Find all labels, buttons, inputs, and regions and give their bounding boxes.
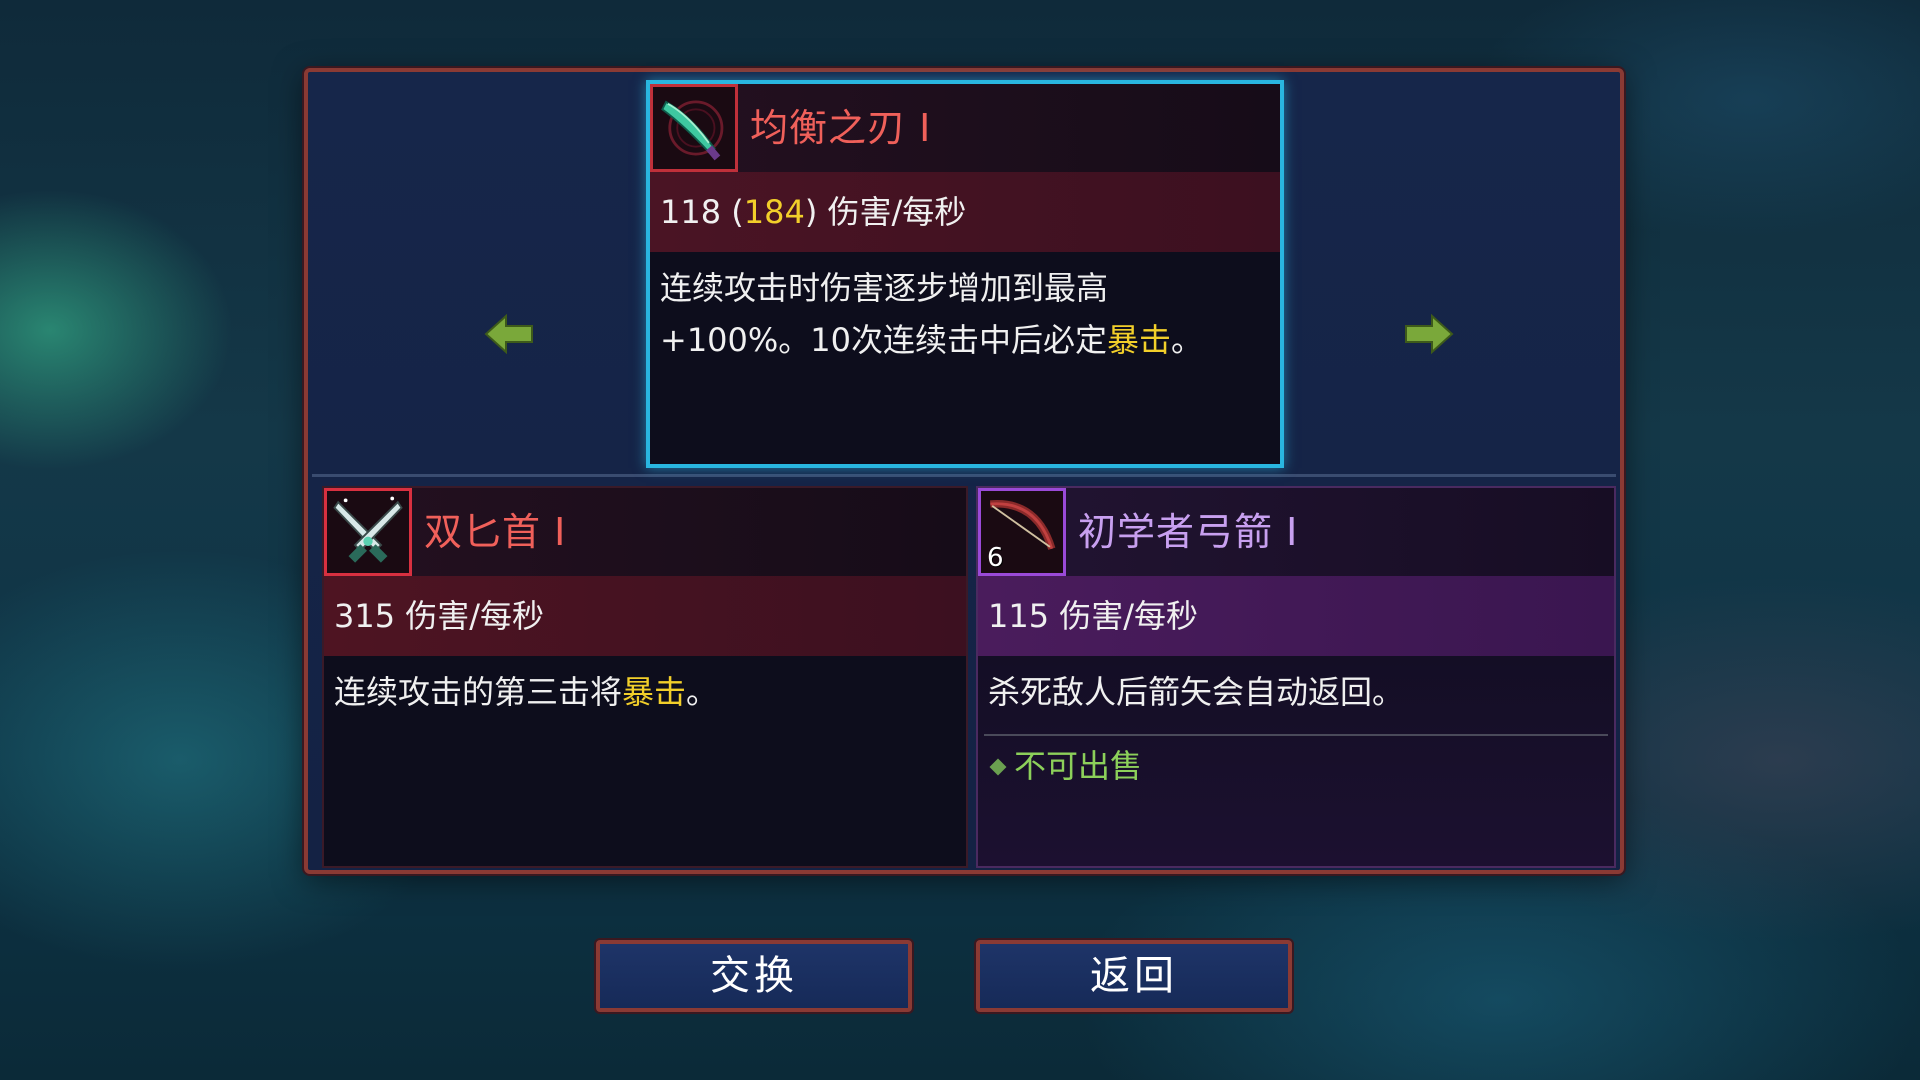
back-button[interactable]: 返回 (976, 940, 1292, 1012)
divider (984, 734, 1608, 736)
diamond-icon (989, 758, 1007, 776)
card-header: 均衡之刃 I (650, 84, 1280, 172)
dps-stat: 115 伤害/每秒 (978, 576, 1614, 656)
critical-keyword: 暴击 (1107, 321, 1172, 359)
weapon-description: 杀死敌人后箭矢会自动返回。 (988, 673, 1405, 711)
description-line: 连续攻击时伤害逐步增加到最高 (660, 269, 1109, 307)
dps-stat: 118 (184) 伤害/每秒 (650, 172, 1280, 252)
dps-base: 118 ( (660, 193, 744, 231)
current-weapon-card-primary[interactable]: 双匕首 I 315 伤害/每秒 连续攻击的第三击将暴击。 (322, 486, 968, 868)
description-line: +100%。10次连续击中后必定暴击。 (660, 314, 1270, 366)
weapon-name: 初学者弓箭 I (1078, 510, 1299, 554)
beginner-bow-icon: 6 (978, 488, 1066, 576)
dps-unit: ) 伤害/每秒 (804, 193, 967, 231)
weapon-description: 连续攻击时伤害逐步增加到最高 +100%。10次连续击中后必定暴击。 (660, 262, 1270, 366)
unsellable-tag: 不可出售 (988, 740, 1142, 792)
description-text: +100%。10次连续击中后必定 (660, 321, 1108, 359)
arrow-left-icon[interactable] (484, 312, 534, 356)
unsellable-label: 不可出售 (1014, 747, 1143, 785)
arrow-right-icon[interactable] (1404, 312, 1454, 356)
new-weapon-card[interactable]: 均衡之刃 I 118 (184) 伤害/每秒 连续攻击时伤害逐步增加到最高 +1… (646, 80, 1284, 468)
dps-bonus: 184 (743, 193, 805, 231)
critical-keyword: 暴击 (622, 673, 687, 711)
weapon-description: 连续攻击的第三击将暴击。 (334, 666, 956, 718)
description-text: 连续攻击的第三击将 (334, 673, 623, 711)
balanced-blade-icon (650, 84, 738, 172)
current-weapon-card-secondary[interactable]: 6 初学者弓箭 I 115 伤害/每秒 杀死敌人后箭矢会自动返回。 不可出售 (976, 486, 1616, 868)
weapon-swap-panel: 均衡之刃 I 118 (184) 伤害/每秒 连续攻击时伤害逐步增加到最高 +1… (304, 68, 1624, 874)
ammo-count: 6 (987, 543, 1004, 573)
weapon-name: 均衡之刃 I (750, 106, 932, 150)
description-text: 。 (1171, 321, 1204, 359)
panel-divider (312, 474, 1616, 477)
dps-stat: 315 伤害/每秒 (324, 576, 966, 656)
swap-button[interactable]: 交换 (596, 940, 912, 1012)
card-header: 双匕首 I (324, 488, 966, 576)
twin-daggers-icon (324, 488, 412, 576)
card-header: 6 初学者弓箭 I (978, 488, 1614, 576)
weapon-name: 双匕首 I (424, 510, 567, 554)
description-text: 。 (686, 673, 719, 711)
